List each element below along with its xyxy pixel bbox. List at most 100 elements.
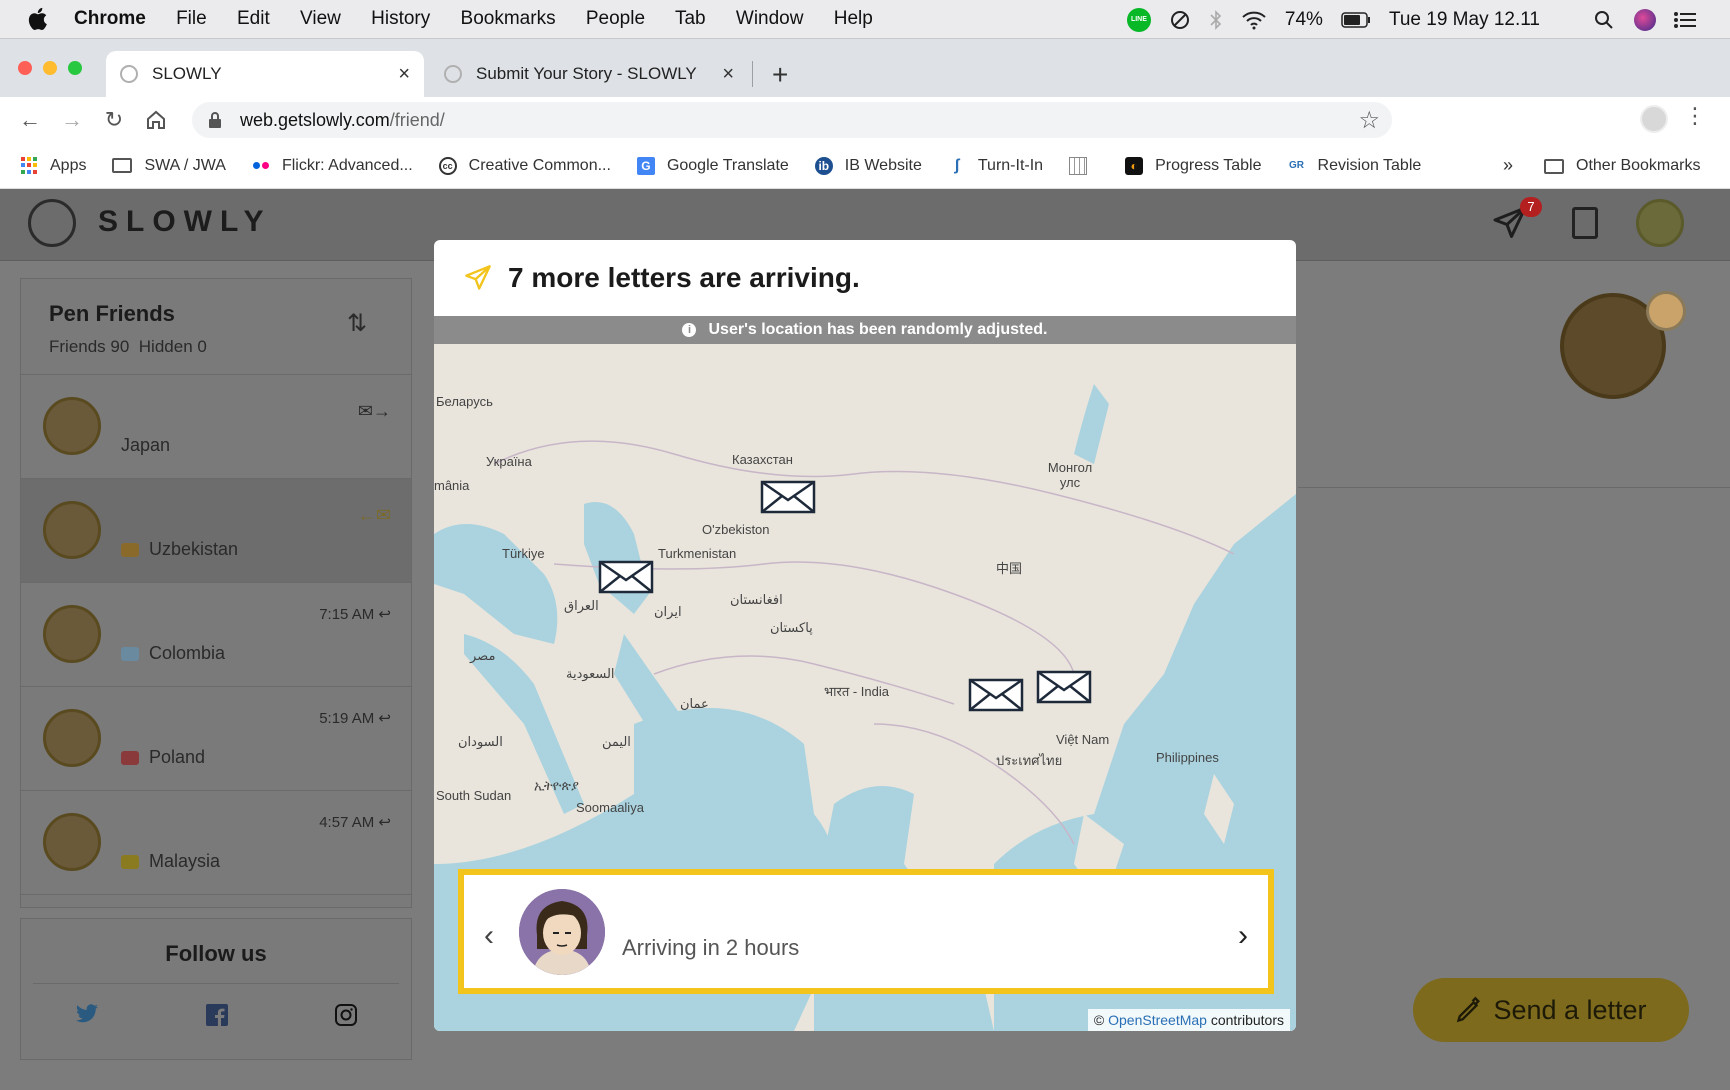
map-label: mânia — [434, 478, 470, 493]
new-tab-button[interactable]: + — [772, 59, 788, 91]
battery-icon[interactable] — [1341, 11, 1371, 28]
send-letter-label: Send a letter — [1493, 994, 1647, 1025]
reload-button[interactable]: ↻ — [102, 107, 126, 132]
browser-chrome: SLOWLY × Submit Your Story - SLOWLY × + … — [0, 39, 1730, 189]
more-bookmarks-icon[interactable]: » — [1503, 155, 1513, 176]
envelope-icon[interactable] — [1036, 670, 1092, 704]
map-label: Soomaaliya — [576, 800, 644, 815]
friend-row[interactable]: ✉→ Japan — [21, 375, 411, 479]
user-avatar[interactable] — [1636, 199, 1684, 247]
envelope-icon[interactable] — [968, 678, 1024, 712]
facebook-icon[interactable] — [205, 1004, 228, 1026]
friends-count: Friends 90 — [49, 337, 130, 356]
menu-tab[interactable]: Tab — [675, 8, 706, 29]
line-app-icon[interactable]: LINE — [1126, 7, 1151, 32]
do-not-disturb-icon[interactable] — [1169, 9, 1191, 31]
map-attribution: © OpenStreetMap contributors — [1087, 1009, 1290, 1031]
bookmark-label: SWA / JWA — [144, 156, 226, 174]
map-label: Việt Nam — [1056, 732, 1110, 747]
send-letter-button[interactable]: Send a letter — [1413, 978, 1689, 1042]
bookmark-other[interactable]: Other Bookmarks — [1544, 143, 1700, 189]
pen-friends-header: Pen Friends Friends 90 Hidden 0 ⇅ — [21, 279, 411, 375]
menu-help[interactable]: Help — [834, 8, 873, 29]
minimize-window-button[interactable] — [43, 61, 57, 75]
panel-title: Pen Friends — [49, 301, 175, 326]
close-tab-icon[interactable]: × — [398, 63, 410, 86]
twitter-icon[interactable] — [75, 1004, 99, 1024]
bookmark-progress-table[interactable]: ◐ Progress Table — [1125, 156, 1262, 175]
forward-button[interactable]: → — [60, 107, 84, 132]
app-logo-text[interactable]: SLOWLY — [98, 205, 272, 239]
bookmark-flickr[interactable]: Flickr: Advanced... — [252, 157, 413, 175]
bookmark-swa-jwa[interactable]: SWA / JWA — [112, 156, 226, 175]
menu-file[interactable]: File — [176, 8, 207, 29]
stamp-collection-icon[interactable] — [1572, 207, 1598, 239]
friend-row[interactable]: ←✉ Uzbekistan — [21, 479, 411, 583]
bookmark-apps[interactable]: Apps — [20, 157, 86, 175]
tab-slowly[interactable]: SLOWLY × — [106, 51, 424, 97]
friend-avatar — [43, 397, 101, 455]
friend-country: Uzbekistan — [121, 539, 238, 560]
friend-row[interactable]: 4:57 AM ↩ Malaysia — [21, 791, 411, 895]
map-label: ایران — [654, 604, 682, 619]
profile-avatar[interactable] — [1640, 105, 1668, 133]
slowly-favicon-icon — [444, 65, 462, 83]
friend-row[interactable]: 7:15 AM ↩ Colombia — [21, 583, 411, 687]
app-menus: Chrome File Edit View History Bookmarks … — [74, 8, 898, 30]
siri-icon[interactable] — [1634, 8, 1656, 31]
menu-people[interactable]: People — [586, 8, 645, 29]
slowly-logo-icon[interactable] — [28, 199, 76, 247]
tab-submit-story[interactable]: Submit Your Story - SLOWLY × — [430, 51, 748, 97]
friend-avatar — [43, 813, 101, 871]
bookmark-label: Flickr: Advanced... — [281, 156, 413, 174]
bookmark-grid[interactable] — [1069, 156, 1099, 175]
bookmark-turn-it-in[interactable]: ʃ Turn-It-In — [948, 157, 1043, 175]
map-label: مصر — [470, 648, 496, 663]
bookmark-ib-website[interactable]: ib IB Website — [814, 156, 922, 175]
menu-view[interactable]: View — [300, 8, 341, 29]
turnitin-icon: ʃ — [954, 156, 960, 174]
folder-icon — [1544, 158, 1564, 174]
bookmark-star-icon[interactable]: ☆ — [1358, 106, 1380, 135]
world-map[interactable]: Беларусь Україна Казахстан Монгол улс mâ… — [434, 344, 1296, 1031]
close-tab-icon[interactable]: × — [722, 63, 734, 86]
bookmark-google-translate[interactable]: G Google Translate — [636, 156, 789, 175]
openstreetmap-link[interactable]: OpenStreetMap — [1108, 1012, 1207, 1028]
zoom-window-button[interactable] — [68, 61, 82, 75]
divider — [33, 983, 399, 984]
bookmark-revision-table[interactable]: GR Revision Table — [1288, 157, 1421, 175]
menu-app-chrome[interactable]: Chrome — [74, 8, 146, 29]
home-button[interactable] — [144, 108, 168, 132]
notification-center-icon[interactable] — [1674, 11, 1696, 29]
bluetooth-icon[interactable] — [1209, 9, 1223, 31]
envelope-icon[interactable] — [598, 560, 654, 594]
close-window-button[interactable] — [18, 61, 32, 75]
bookmark-creative-commons[interactable]: cc Creative Common... — [438, 156, 611, 175]
friend-row[interactable]: 5:19 AM ↩ Poland — [21, 687, 411, 791]
chrome-menu-icon[interactable]: ⋮ — [1684, 103, 1706, 129]
map-label: O'zbekiston — [702, 522, 770, 537]
sort-icon[interactable]: ⇅ — [347, 309, 367, 338]
instagram-icon[interactable] — [335, 1004, 358, 1026]
reply-icon: ↩ — [378, 606, 391, 623]
chevron-left-icon[interactable]: ‹ — [484, 919, 494, 953]
paper-plane-icon — [465, 265, 491, 290]
envelope-icon[interactable] — [760, 480, 816, 514]
wifi-icon[interactable] — [1241, 10, 1267, 30]
clock[interactable]: Tue 19 May 12.11 — [1389, 9, 1540, 31]
apple-icon[interactable] — [26, 6, 52, 32]
map-label: عمان — [680, 696, 709, 711]
revision-icon: GR — [1289, 160, 1305, 171]
menu-edit[interactable]: Edit — [237, 8, 270, 29]
menu-history[interactable]: History — [371, 8, 430, 29]
notification-badge: 7 — [1520, 197, 1542, 217]
spotlight-search-icon[interactable] — [1594, 10, 1614, 30]
back-button[interactable]: ← — [18, 107, 42, 132]
menu-window[interactable]: Window — [736, 8, 804, 29]
lock-icon — [209, 112, 221, 128]
address-bar[interactable]: web.getslowly.com/friend/ ☆ — [192, 102, 1392, 138]
chevron-right-icon[interactable]: › — [1238, 919, 1248, 953]
last-reply-time: 5:19 AM ↩ — [319, 710, 391, 727]
menu-bookmarks[interactable]: Bookmarks — [461, 8, 556, 29]
flickr-icon — [252, 157, 270, 175]
